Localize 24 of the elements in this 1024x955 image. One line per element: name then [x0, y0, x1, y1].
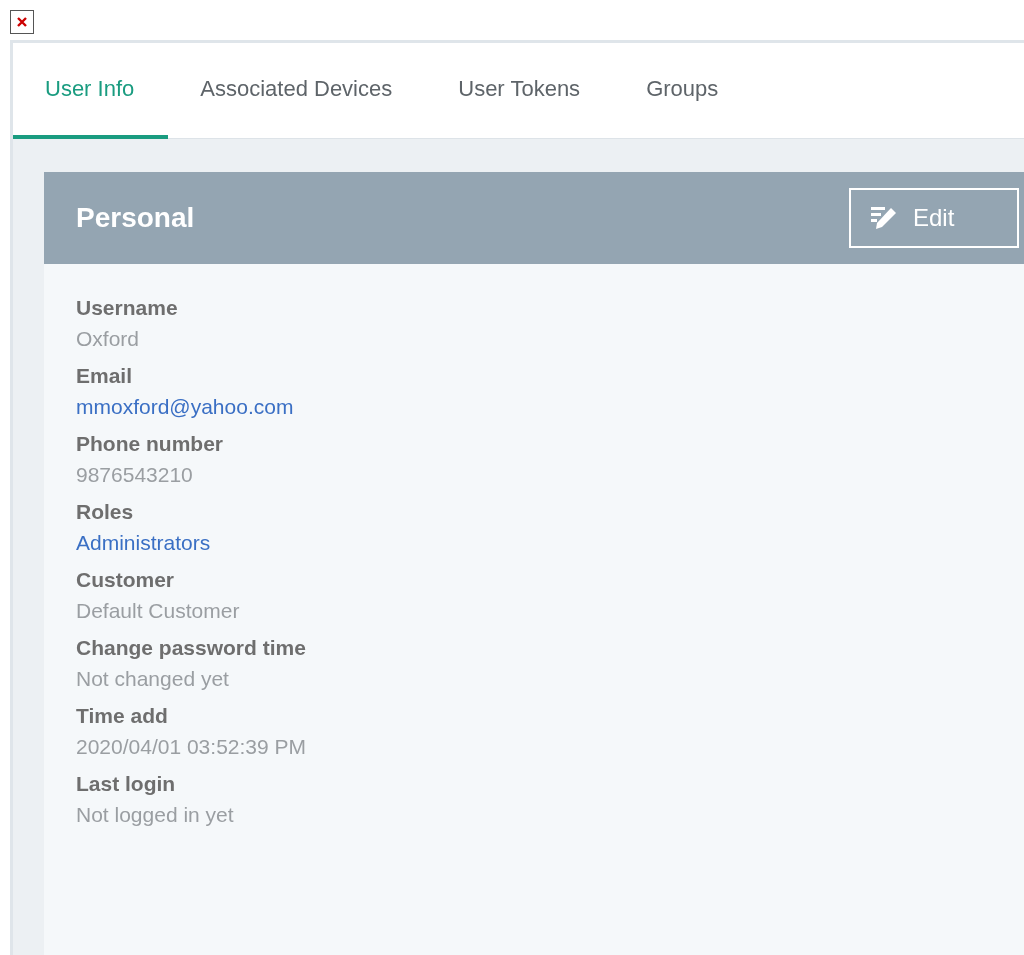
field-label: Time add	[76, 704, 169, 728]
field-value: Not changed yet	[76, 667, 230, 691]
broken-image-icon	[10, 10, 34, 34]
field-label: Last login	[76, 772, 177, 796]
tab[interactable]: User Info	[13, 43, 169, 139]
field-label: Username	[76, 296, 179, 320]
pencil-icon	[869, 204, 899, 232]
field-value: Default Customer	[76, 599, 241, 623]
field-label: Change password time	[76, 636, 307, 660]
field-link[interactable]: mmoxford@yahoo.com	[76, 395, 992, 419]
field-value: Not logged in yet	[76, 803, 235, 827]
panel-title: Personal	[76, 202, 195, 234]
field-value: 9876543210	[76, 463, 194, 487]
field-value: Oxford	[76, 327, 141, 351]
field-value: 2020/04/01 03:52:39 PM	[76, 735, 307, 759]
tab[interactable]: Groups	[614, 43, 753, 139]
field-label: Roles	[76, 500, 135, 524]
tab[interactable]: Associated Devices	[168, 43, 427, 139]
field-link[interactable]: Administrators	[76, 531, 992, 555]
field-label: Phone number	[76, 432, 224, 456]
field-label: Customer	[76, 568, 176, 592]
tab[interactable]: User Tokens	[426, 43, 615, 139]
edit-button[interactable]: Edit	[849, 188, 1019, 248]
field-label: Email	[76, 364, 134, 388]
